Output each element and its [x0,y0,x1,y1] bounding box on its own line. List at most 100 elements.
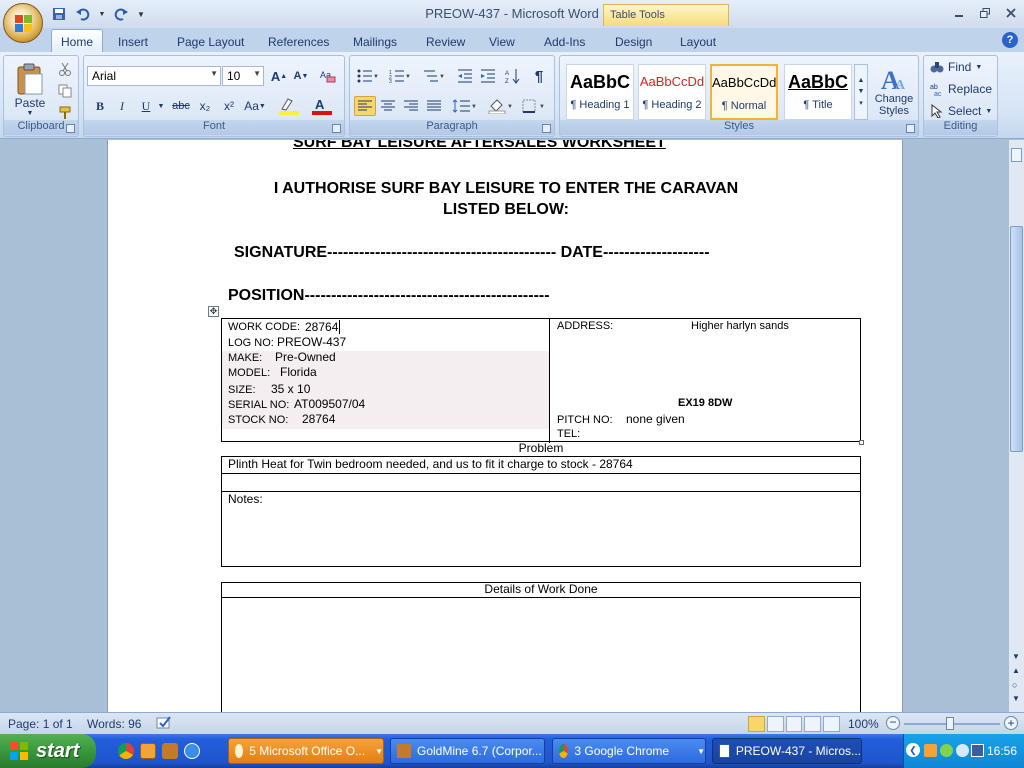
undo-icon[interactable] [74,5,92,23]
problem-text[interactable]: Plinth Heat for Twin bedroom needed, and… [228,457,633,471]
find-button[interactable]: Find ▼ [930,60,982,74]
tab-add-ins[interactable]: Add-Ins [535,32,594,52]
word-count[interactable]: Words: 96 [87,717,141,731]
scroll-down-icon[interactable]: ▼ [1012,652,1020,661]
multilevel-list-icon[interactable]: ▼ [420,66,448,86]
redo-icon[interactable] [112,5,130,23]
paste-button[interactable]: Paste ▼ [8,58,52,120]
work-code-value[interactable]: 28764 [305,320,341,334]
undo-dropdown-icon[interactable]: ▼ [98,5,106,23]
taskbar-chrome-group[interactable]: 3 Google Chrome ▼ [552,738,706,764]
tray-outlook-icon[interactable] [924,744,937,757]
proofing-icon[interactable] [156,715,172,731]
font-name-combo[interactable]: Arial ▼ [87,66,221,86]
minimize-button[interactable] [946,2,972,24]
zoom-in-icon[interactable]: + [1004,716,1018,730]
replace-button[interactable]: ab ac Replace [930,82,992,96]
tab-home[interactable]: Home [51,29,104,52]
decrease-indent-icon[interactable] [454,66,476,86]
model-value[interactable]: Florida [280,365,317,379]
tab-review[interactable]: Review [417,32,474,52]
tray-network-icon[interactable] [956,744,969,757]
strikethrough-button[interactable]: abc [170,96,192,116]
tab-mailings[interactable]: Mailings [344,32,406,52]
superscript-button[interactable]: x² [218,96,240,116]
zoom-level[interactable]: 100% [848,717,879,731]
style-normal[interactable]: AaBbCcDd ¶ Normal [710,64,778,120]
styles-scroll[interactable]: ▲ ▼ ▾ [854,64,868,120]
copy-icon[interactable] [56,82,74,100]
tab-view[interactable]: View [480,32,524,52]
goldmine-icon[interactable] [162,743,178,759]
customize-qat-icon[interactable]: ▼ [136,5,146,23]
start-button[interactable]: start [0,734,96,768]
align-left-icon[interactable] [354,96,376,116]
tab-references[interactable]: References [259,32,338,52]
print-layout-icon[interactable] [748,716,765,732]
save-icon[interactable] [50,5,68,23]
zoom-out-icon[interactable]: − [886,716,900,730]
caravan-info-table[interactable]: WORK CODE: 28764 LOG NO: PREOW-437 MAKE:… [221,318,864,445]
highlight-color-icon[interactable] [276,96,302,116]
help-icon[interactable]: ? [1002,32,1018,48]
styles-launcher[interactable] [906,124,915,133]
font-size-combo[interactable]: 10 ▼ [222,66,264,86]
change-styles-button[interactable]: AA Change Styles [872,60,916,122]
document-area[interactable]: SURF BAY LEISURE AFTERSALES WORKSHEET I … [0,140,1008,712]
tab-design[interactable]: Design [606,32,661,52]
increase-indent-icon[interactable] [477,66,499,86]
web-layout-icon[interactable] [785,716,803,732]
make-value[interactable]: Pre-Owned [275,350,336,364]
next-page-icon[interactable]: ▼ [1012,694,1020,703]
vertical-scrollbar[interactable]: ▼ ▲ ○ ▼ [1008,140,1024,712]
underline-button[interactable]: U [136,96,156,116]
zoom-slider-thumb[interactable] [946,717,954,730]
taskbar-word-document[interactable]: PREOW-437 - Micros... [712,738,862,764]
full-screen-reading-icon[interactable] [766,716,784,732]
taskbar-office-group[interactable]: 5 Microsoft Office O... ▼ [228,738,384,764]
chrome-icon[interactable] [118,743,134,759]
outline-view-icon[interactable] [804,716,822,732]
details-table[interactable] [221,582,861,712]
style-title[interactable]: AaBbC ¶ Title [784,64,852,120]
change-case-button[interactable]: Aa ▼ [242,96,268,116]
outlook-icon[interactable] [140,743,156,759]
table-move-handle-icon[interactable]: ✥ [208,306,219,317]
taskbar-goldmine[interactable]: GoldMine 6.7 (Corpor... [390,738,545,764]
bullets-icon[interactable]: ▼ [354,66,382,86]
underline-dropdown-icon[interactable]: ▼ [156,96,166,116]
style-heading-1[interactable]: AaBbC ¶ Heading 1 [566,64,634,120]
restore-button[interactable] [972,2,998,24]
office-button[interactable] [3,3,43,43]
line-spacing-icon[interactable]: ▼ [450,96,478,116]
italic-button[interactable]: I [112,96,132,116]
grow-font-icon[interactable]: A ▲ [269,66,289,86]
select-button[interactable]: Select ▼ [930,104,992,118]
clipboard-launcher[interactable] [66,124,75,133]
tab-insert[interactable]: Insert [109,32,157,52]
font-launcher[interactable] [332,124,341,133]
ie-icon[interactable] [184,743,200,759]
close-button[interactable] [998,2,1024,24]
justify-icon[interactable] [423,96,445,116]
previous-page-icon[interactable]: ▲ [1012,666,1020,675]
page-count[interactable]: Page: 1 of 1 [8,717,73,731]
pitch-no-value[interactable]: none given [626,412,685,426]
borders-icon[interactable]: ▼ [520,96,550,116]
show-formatting-icon[interactable]: ¶ [528,66,550,86]
ruler-toggle-icon[interactable] [1011,148,1022,162]
document-page[interactable]: SURF BAY LEISURE AFTERSALES WORKSHEET I … [107,140,903,712]
style-heading-2[interactable]: AaBbCcDd ¶ Heading 2 [638,64,706,120]
align-right-icon[interactable] [400,96,422,116]
bold-button[interactable]: B [90,96,110,116]
tray-monitor-icon[interactable] [971,744,984,757]
tab-page-layout[interactable]: Page Layout [168,32,253,52]
browse-object-icon[interactable]: ○ [1012,680,1017,690]
serial-no-value[interactable]: AT009507/04 [294,397,365,411]
draft-view-icon[interactable] [823,716,840,732]
subscript-button[interactable]: x₂ [194,96,216,116]
clock[interactable]: 16:56 [987,744,1017,758]
font-color-icon[interactable]: A [308,96,336,116]
size-value[interactable]: 35 x 10 [271,382,310,396]
stock-no-value[interactable]: 28764 [302,412,335,426]
